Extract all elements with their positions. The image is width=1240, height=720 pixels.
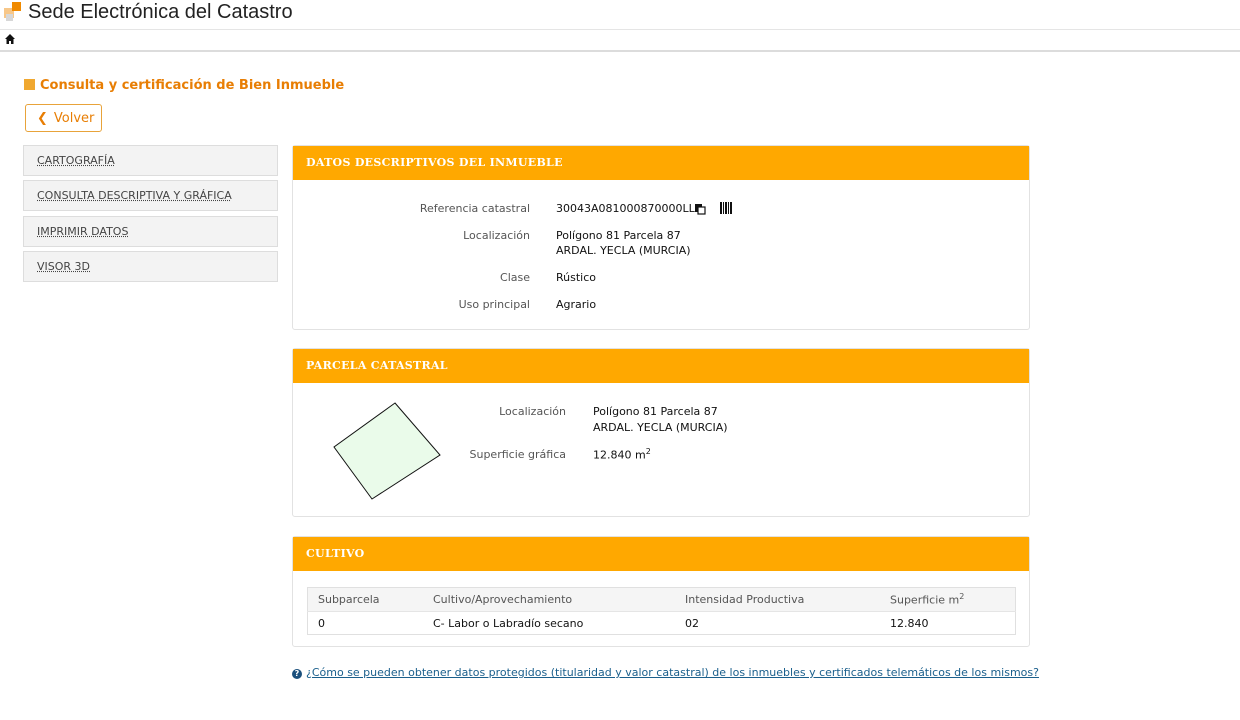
parcela-localizacion-line1: Polígono 81 Parcela 87 [593, 405, 718, 418]
panel-title: PARCELA CATASTRAL [293, 349, 1029, 383]
question-icon: ? [292, 669, 302, 679]
col-subparcela: Subparcela [307, 587, 423, 612]
cell-subparcela: 0 [318, 616, 325, 630]
nav-divider [0, 50, 1240, 52]
panel-title: CULTIVO [293, 537, 1029, 571]
panel-title: DATOS DESCRIPTIVOS DEL INMUEBLE [293, 146, 1029, 180]
back-button[interactable]: ❮ Volver [25, 104, 102, 132]
uso-principal-label: Uso principal [458, 298, 530, 311]
superficie-grafica-label: Superficie gráfica [469, 448, 567, 461]
cell-intensidad: 02 [685, 616, 699, 630]
localizacion-label: Localización [463, 229, 530, 242]
back-button-label: Volver [53, 111, 95, 126]
superficie-grafica-value: 12.840 m2 [593, 447, 651, 462]
sidebar-item-cartografia[interactable]: CARTOGRAFÍA [23, 145, 278, 176]
ref-catastral-label: Referencia catastral [419, 202, 530, 215]
sidebar-item-consulta-descriptiva[interactable]: CONSULTA DESCRIPTIVA Y GRÁFICA [23, 180, 278, 211]
localizacion-line2: ARDAL. YECLA (MURCIA) [556, 244, 691, 257]
clase-label: Clase [500, 271, 530, 284]
parcela-localizacion-line2: ARDAL. YECLA (MURCIA) [593, 421, 728, 434]
parcela-catastral-panel: PARCELA CATASTRAL Localización Polígono … [292, 348, 1030, 517]
sidebar-item-visor-3d[interactable]: VISOR 3D [23, 251, 278, 282]
parcela-localizacion-label: Localización [499, 405, 566, 418]
table-row: 0 C- Labor o Labradío secano 02 12.840 [308, 612, 1016, 635]
uso-principal-value: Agrario [556, 298, 597, 311]
document-icon [24, 79, 35, 90]
cultivo-table: Subparcela Cultivo/Aprovechamiento Inten… [307, 587, 1016, 635]
col-superficie: Superficie m2 [880, 587, 1016, 612]
site-title[interactable]: Sede Electrónica del Catastro [28, 1, 293, 24]
barcode-icon[interactable] [720, 202, 733, 214]
cell-superficie: 12.840 [890, 616, 929, 630]
cell-cultivo: C- Labor o Labradío secano [433, 616, 584, 630]
sidebar-item-imprimir-datos[interactable]: IMPRIMIR DATOS [23, 216, 278, 247]
datos-protegidos-help-link[interactable]: ? ¿Cómo se pueden obtener datos protegido… [292, 666, 1039, 679]
header-divider [0, 29, 1240, 30]
table-header-row: Subparcela Cultivo/Aprovechamiento Inten… [307, 587, 1016, 612]
col-cultivo: Cultivo/Aprovechamiento [423, 587, 675, 612]
datos-descriptivos-panel: DATOS DESCRIPTIVOS DEL INMUEBLE Referenc… [292, 145, 1030, 330]
ref-catastral-value: 30043A081000870000LL [556, 202, 695, 215]
chevron-left-icon: ❮ [37, 111, 48, 126]
col-intensidad: Intensidad Productiva [675, 587, 880, 612]
clase-value: Rústico [556, 271, 596, 284]
localizacion-line1: Polígono 81 Parcela 87 [556, 229, 681, 242]
copy-icon[interactable] [694, 203, 706, 215]
catastro-logo[interactable] [4, 2, 22, 22]
home-icon[interactable] [4, 33, 16, 45]
page-title: Consulta y certificación de Bien Inmuebl… [24, 78, 344, 93]
cultivo-panel: CULTIVO Subparcela Cultivo/Aprovechamien… [292, 536, 1030, 647]
site-header: Sede Electrónica del Catastro [0, 0, 1240, 30]
